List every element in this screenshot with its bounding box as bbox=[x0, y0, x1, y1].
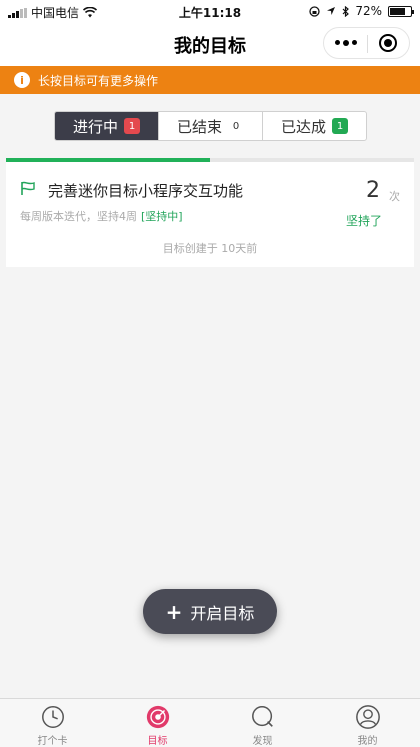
goal-status: [坚持中] bbox=[141, 210, 183, 223]
notice-bar: i 长按目标可有更多操作 bbox=[0, 66, 420, 94]
goal-title: 完善迷你目标小程序交互功能 bbox=[48, 182, 244, 200]
info-icon: i bbox=[14, 72, 30, 88]
location-icon bbox=[327, 7, 336, 15]
bluetooth-icon bbox=[342, 5, 350, 17]
bottom-tab-bar: 打个卡 目标 发现 我的 bbox=[0, 698, 420, 747]
tab-count-badge: 1 bbox=[332, 118, 348, 134]
tab-in-progress[interactable]: 进行中 1 bbox=[55, 112, 159, 140]
tab-label: 已结束 bbox=[176, 117, 222, 136]
goal-status-tabs: 进行中 1 已结束 0 已达成 1 bbox=[54, 111, 367, 141]
checkin-count: 2 bbox=[366, 178, 380, 203]
close-button[interactable] bbox=[366, 28, 409, 58]
tabbar-label: 我的 bbox=[357, 736, 378, 747]
battery-icon bbox=[388, 5, 414, 17]
more-icon bbox=[334, 40, 357, 46]
capsule-menu bbox=[323, 27, 410, 59]
discover-icon bbox=[251, 706, 273, 727]
tabbar-item-checkin[interactable]: 打个卡 bbox=[0, 699, 105, 747]
tab-label: 进行中 bbox=[72, 117, 118, 136]
close-target-icon bbox=[378, 34, 397, 52]
status-bar: 中国电信 上午11:18 72% bbox=[0, 0, 420, 22]
notice-text: 长按目标可有更多操作 bbox=[38, 73, 159, 88]
checkin-count-unit: 次 bbox=[389, 190, 400, 203]
goal-card[interactable]: 完善迷你目标小程序交互功能 每周版本迭代，坚持4周 [坚持中] 2 次 坚持了 目… bbox=[6, 162, 414, 267]
goal-frequency: 每周版本迭代，坚持4周 bbox=[20, 210, 137, 223]
plus-icon: + bbox=[165, 599, 183, 624]
profile-icon bbox=[355, 705, 380, 729]
start-goal-label: 开启目标 bbox=[190, 603, 255, 623]
tabbar-item-discover[interactable]: 发现 bbox=[210, 699, 315, 747]
tab-count-badge: 1 bbox=[124, 118, 140, 134]
orientation-lock-icon bbox=[309, 5, 320, 17]
goal-created-time: 目标创建于 10天前 bbox=[162, 242, 258, 255]
tab-ended[interactable]: 已结束 0 bbox=[159, 112, 263, 140]
tabbar-item-me[interactable]: 我的 bbox=[315, 699, 420, 747]
goal-meta: 每周版本迭代，坚持4周 [坚持中] bbox=[20, 208, 183, 224]
nav-bar: 我的目标 bbox=[0, 22, 420, 66]
tabbar-item-goals[interactable]: 目标 bbox=[105, 699, 210, 747]
clock-icon bbox=[41, 706, 64, 728]
flag-icon bbox=[21, 181, 35, 195]
tabbar-label: 打个卡 bbox=[37, 736, 68, 747]
tab-count-badge: 0 bbox=[232, 120, 240, 132]
target-icon bbox=[146, 705, 169, 729]
status-right: 72% bbox=[309, 4, 414, 18]
battery-percent: 72% bbox=[355, 4, 382, 18]
tab-label: 已达成 bbox=[280, 117, 326, 136]
start-goal-button[interactable]: + 开启目标 bbox=[143, 589, 277, 634]
checkin-label: 坚持了 bbox=[345, 214, 382, 228]
more-button[interactable] bbox=[324, 28, 367, 58]
tabbar-label: 发现 bbox=[252, 736, 273, 747]
tabbar-label: 目标 bbox=[147, 736, 168, 747]
tab-achieved[interactable]: 已达成 1 bbox=[263, 112, 366, 140]
